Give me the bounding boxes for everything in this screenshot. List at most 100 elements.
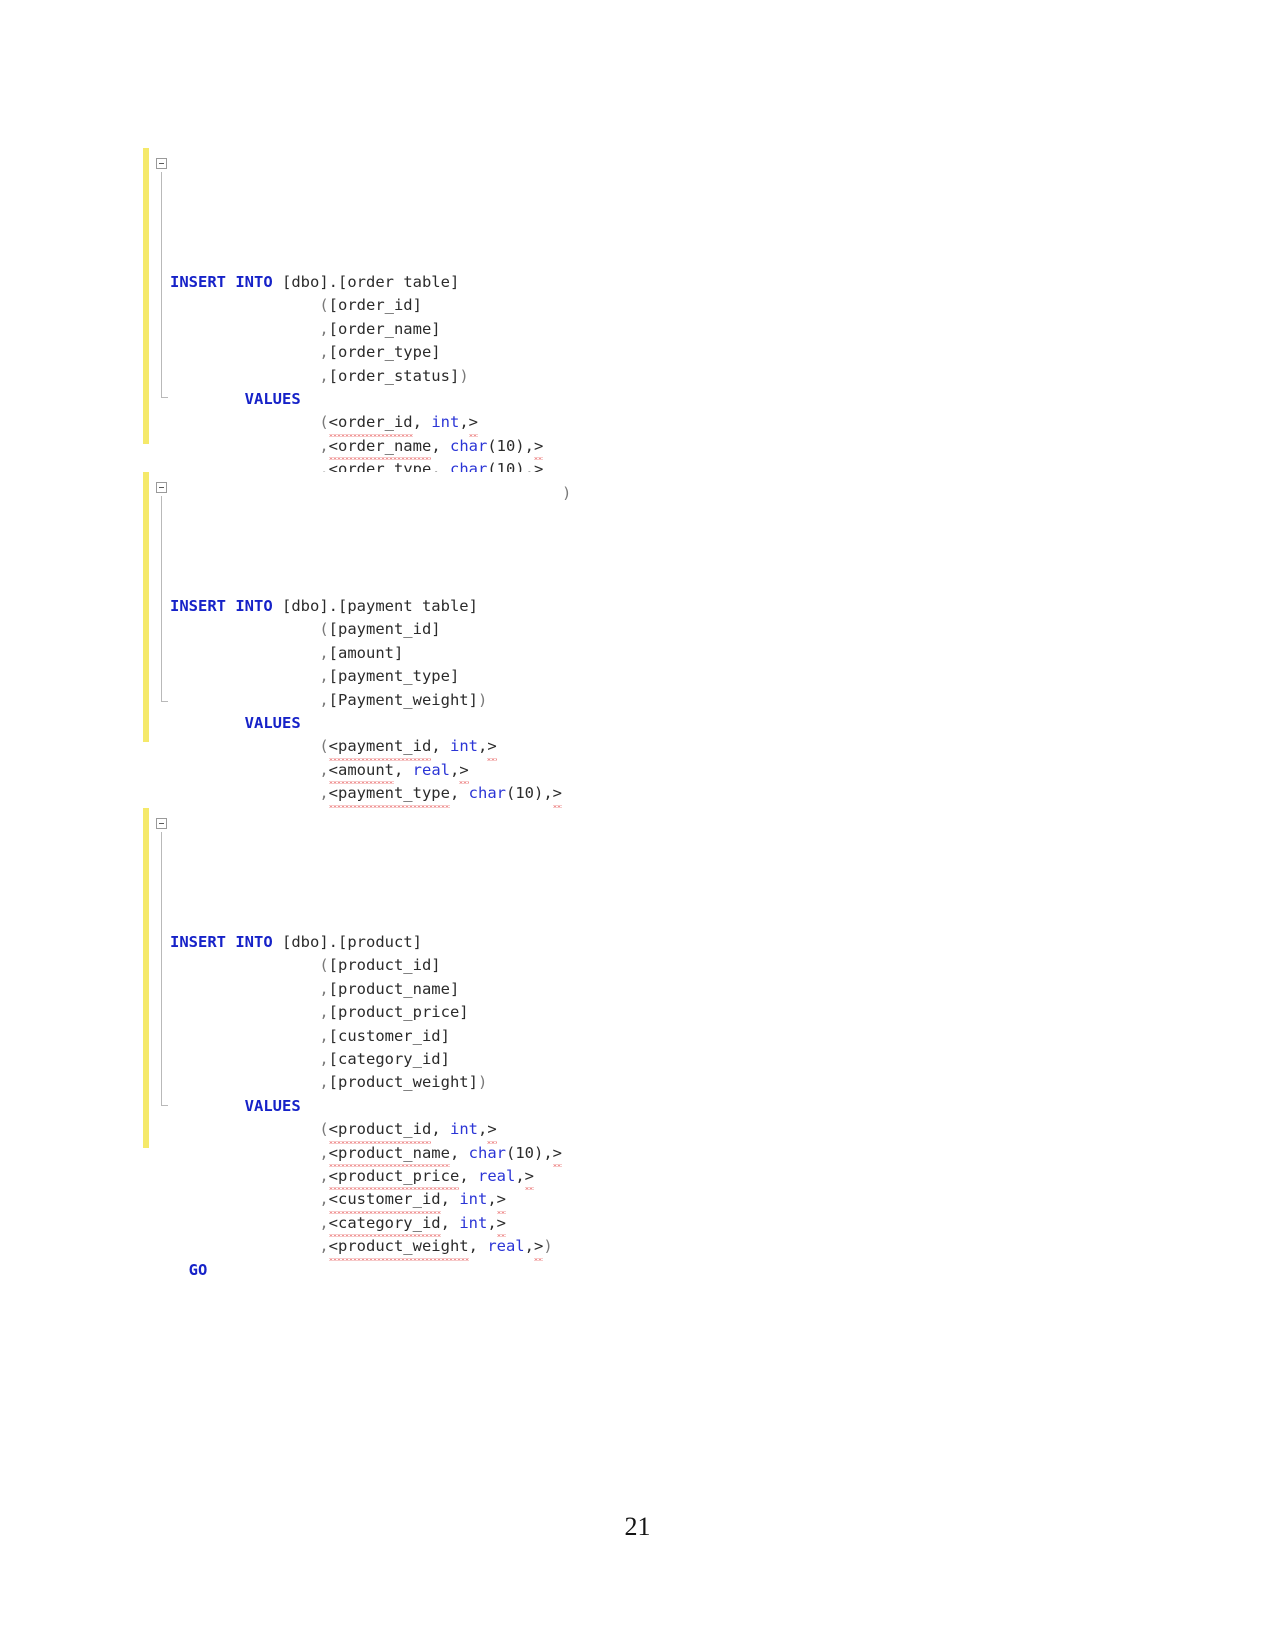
code-line: ,[category_id] [170, 1048, 562, 1071]
code-token-ident: [customer_id] [328, 1026, 450, 1045]
code-token-ident: [amount] [328, 643, 404, 662]
code-token-type: char [468, 784, 506, 803]
code-token-plain: , [459, 413, 469, 432]
code-token-type: real [487, 1237, 525, 1256]
code-line: ,<order_name, char(10),> [170, 435, 571, 461]
code-token-sq: > [468, 411, 479, 438]
code-line: (<order_id, int,> [170, 411, 571, 438]
code-token-ident: [Payment_weight] [328, 690, 478, 709]
code-token-punc: , [319, 366, 329, 385]
code-token-plain: , [440, 1190, 460, 1209]
code-token-kw: VALUES [244, 389, 301, 408]
collapse-toggle-icon[interactable] [156, 482, 167, 493]
code-token-ident: [order_type] [328, 343, 441, 362]
code-token-punc: ) [543, 1237, 553, 1256]
code-token-sq: > [533, 435, 544, 461]
code-line: INSERT INTO [dbo].[payment table] [170, 595, 562, 618]
code-token-punc: ) [459, 366, 469, 385]
code-token-kw: INSERT INTO [170, 273, 273, 292]
code-line: ,[product_name] [170, 978, 562, 1001]
code-token-type: int [449, 1120, 478, 1139]
code-token-punc: , [319, 979, 329, 998]
collapse-toggle-icon[interactable] [156, 158, 167, 169]
code-token-type: int [459, 1190, 488, 1209]
code-token-ident: [dbo].[product] [282, 933, 422, 952]
code-token-type: char [449, 436, 488, 455]
code-token-type: int [431, 413, 460, 432]
code-line: GO [170, 1259, 562, 1282]
code-token-punc: ( [319, 737, 329, 756]
code-line: VALUES [170, 1095, 562, 1118]
code-line: INSERT INTO [dbo].[order table] [170, 271, 571, 294]
code-token-punc: , [319, 1143, 329, 1162]
code-token-sq: <payment_type [328, 782, 451, 809]
code-token-ident: [dbo].[payment table] [282, 597, 478, 616]
code-token-sq: <order_name [328, 435, 431, 461]
code-token-kw: INSERT INTO [170, 597, 273, 616]
code-token-plain: , [431, 737, 450, 756]
code-token-punc: , [319, 1237, 329, 1256]
code-line: ,[order_name] [170, 318, 571, 341]
sql-code-block-product-table[interactable]: INSERT INTO [dbo].[product] ([product_id… [143, 808, 563, 1329]
code-line: ,[product_price] [170, 1001, 562, 1024]
code-line: (<product_id, int,> [170, 1118, 562, 1145]
code-token-punc: , [319, 1049, 329, 1068]
collapse-toggle-icon[interactable] [156, 818, 167, 829]
code-line: ,[Payment_weight]) [170, 689, 562, 712]
code-token-punc: , [319, 690, 329, 709]
code-token-plain: , [543, 1143, 553, 1162]
code-token-sq: <product_name [328, 1142, 451, 1168]
code-token-ident: [payment_type] [328, 667, 460, 686]
code-token-sq: <amount [328, 759, 395, 785]
code-token-sq: > [533, 1235, 544, 1261]
code-token-sq: > [459, 759, 470, 785]
code-token-plain: , [468, 1237, 488, 1256]
code-token-punc: ) [477, 1073, 488, 1092]
code-line: ,[payment_type] [170, 665, 562, 688]
code-token-kw: GO [188, 1260, 208, 1279]
code-line: INSERT INTO [dbo].[product] [170, 931, 562, 954]
code-token-punc: , [319, 1073, 329, 1092]
code-token-sq: > [496, 1188, 507, 1215]
code-token-ident: [dbo].[order table] [282, 273, 460, 292]
code-token-plain: , [440, 1213, 460, 1232]
code-token-punc: ) [477, 690, 488, 709]
code-token-punc: ) [562, 483, 572, 502]
code-token-ident: [category_id] [328, 1049, 450, 1068]
code-token-ident: [payment_id] [328, 620, 441, 639]
code-token-type: real [477, 1166, 516, 1185]
code-token-kw: INSERT INTO [170, 933, 273, 952]
code-token-ident: [order_status] [328, 366, 460, 385]
page-number: 21 [624, 1512, 651, 1541]
code-token-num: (10) [505, 1143, 544, 1162]
code-token-plain: , [431, 1120, 450, 1139]
code-token-punc: ( [319, 956, 329, 975]
code-token-plain: , [412, 413, 432, 432]
code-token-plain: , [515, 1166, 525, 1185]
code-token-plain: , [524, 1237, 534, 1256]
code-line: ,[customer_id] [170, 1025, 562, 1048]
code-token-num: (10) [487, 436, 525, 455]
code-token-type: real [412, 760, 450, 779]
code-line: ,<product_price, real,> [170, 1165, 562, 1191]
code-token-punc: ( [319, 620, 329, 639]
code-token-plain: , [524, 436, 534, 455]
code-token-punc: , [319, 343, 329, 362]
code-token-punc: , [319, 1166, 329, 1185]
code-token-sq: > [552, 1142, 563, 1168]
